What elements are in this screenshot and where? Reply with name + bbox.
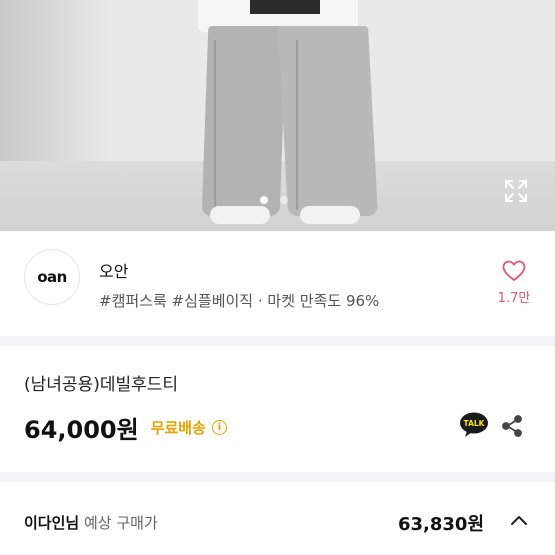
expected-price-row[interactable]: 이다인님 예상 구매가 63,830원 (0, 492, 555, 555)
shop-logo[interactable]: oan (24, 249, 80, 305)
carousel-dots (260, 196, 288, 204)
kakao-talk-icon[interactable]: TALK (459, 412, 489, 438)
chevron-up-icon[interactable] (510, 513, 528, 527)
carousel-dot-active[interactable] (260, 196, 268, 204)
buyer-label: 이다인님 예상 구매가 (24, 512, 158, 533)
image-foot (210, 206, 270, 224)
image-foot (300, 206, 360, 224)
kakao-talk-label: TALK (464, 419, 486, 428)
expected-label: 예상 구매가 (83, 514, 158, 532)
info-icon[interactable]: i (211, 420, 227, 435)
like-count: 1.7만 (497, 291, 531, 306)
price-row: 64,000원 무료배송 i (24, 410, 227, 445)
image-pant-right (278, 26, 378, 216)
expand-icon[interactable] (503, 178, 529, 204)
shop-name[interactable]: 오안 (99, 258, 128, 282)
shop-tags: #캠퍼스룩 #심플베이직 · 마켓 만족도 96% (99, 292, 380, 310)
share-icon[interactable] (500, 414, 524, 438)
shipping-badge: 무료배송 (150, 419, 206, 437)
carousel-dot[interactable] (280, 196, 288, 204)
image-seam (296, 40, 298, 210)
image-tshirt-detail (250, 0, 320, 14)
heart-outline-icon (502, 260, 526, 281)
product-title: (남녀공용)데빌후드티 (24, 375, 179, 395)
section-divider (0, 472, 555, 482)
expected-price: 63,830원 (398, 514, 485, 535)
product-image[interactable] (0, 0, 555, 231)
image-seam (214, 40, 216, 210)
like-button[interactable]: 1.7만 (496, 260, 532, 306)
product-price: 64,000원 (24, 416, 139, 444)
buyer-name: 이다인님 (24, 514, 80, 532)
shop-info[interactable]: oan 오안 #캠퍼스룩 #심플베이직 · 마켓 만족도 96% 1.7만 (0, 232, 555, 334)
section-divider (0, 336, 555, 346)
